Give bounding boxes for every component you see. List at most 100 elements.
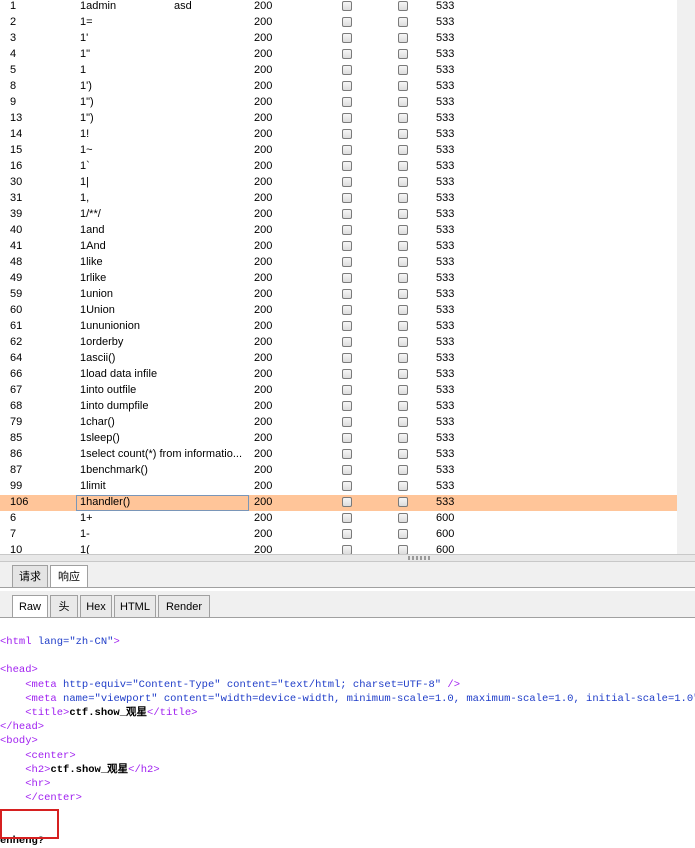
error-checkbox[interactable] xyxy=(342,465,352,475)
table-row[interactable]: 64 1ascii() 200 533 xyxy=(0,351,677,367)
timeout-checkbox[interactable] xyxy=(398,209,408,219)
table-row[interactable]: 86 1select count(*) from informatio... 200… xyxy=(0,447,677,463)
table-row[interactable]: 5 1 200 533 xyxy=(0,63,677,79)
error-checkbox[interactable] xyxy=(342,337,352,347)
error-checkbox[interactable] xyxy=(342,289,352,299)
error-checkbox[interactable] xyxy=(342,401,352,411)
table-row[interactable]: 31 1, 200 533 xyxy=(0,191,677,207)
table-row[interactable]: 10 1(200 600 xyxy=(0,543,677,554)
timeout-checkbox[interactable] xyxy=(398,257,408,267)
error-checkbox[interactable] xyxy=(342,417,352,427)
error-checkbox[interactable] xyxy=(342,305,352,315)
error-checkbox[interactable] xyxy=(342,545,352,554)
table-row[interactable]: 59 1union 200 533 xyxy=(0,287,677,303)
error-checkbox[interactable] xyxy=(342,193,352,203)
table-row[interactable]: 14 1! 200 533 xyxy=(0,127,677,143)
error-checkbox[interactable] xyxy=(342,225,352,235)
timeout-checkbox[interactable] xyxy=(398,193,408,203)
error-checkbox[interactable] xyxy=(342,433,352,443)
error-checkbox[interactable] xyxy=(342,513,352,523)
table-row[interactable]: 8 1') 200 533 xyxy=(0,79,677,95)
timeout-checkbox[interactable] xyxy=(398,401,408,411)
timeout-checkbox[interactable] xyxy=(398,321,408,331)
timeout-checkbox[interactable] xyxy=(398,369,408,379)
splitter-grip-icon[interactable] xyxy=(408,556,430,560)
tab-request[interactable]: 请求 xyxy=(12,565,48,587)
timeout-checkbox[interactable] xyxy=(398,241,408,251)
error-checkbox[interactable] xyxy=(342,145,352,155)
error-checkbox[interactable] xyxy=(342,385,352,395)
table-row[interactable]: 48 1like 200 533 xyxy=(0,255,677,271)
table-row[interactable]: 79 1char() 200 533 xyxy=(0,415,677,431)
tab-response[interactable]: 响应 xyxy=(50,565,88,587)
table-row[interactable]: 13 1") 200 533 xyxy=(0,111,677,127)
error-checkbox[interactable] xyxy=(342,369,352,379)
table-row[interactable]: 6 1+ 200 600 xyxy=(0,511,677,527)
error-checkbox[interactable] xyxy=(342,273,352,283)
timeout-checkbox[interactable] xyxy=(398,161,408,171)
subtab-html[interactable]: HTML xyxy=(114,595,156,617)
timeout-checkbox[interactable] xyxy=(398,113,408,123)
error-checkbox[interactable] xyxy=(342,161,352,171)
error-checkbox[interactable] xyxy=(342,209,352,219)
error-checkbox[interactable] xyxy=(342,481,352,491)
timeout-checkbox[interactable] xyxy=(398,513,408,523)
table-row[interactable]: 61 1ununionion 200 533 xyxy=(0,319,677,335)
table-row[interactable]: 39 1/**/ 200 533 xyxy=(0,207,677,223)
table-row[interactable]: 68 1into dumpfile 200 533 xyxy=(0,399,677,415)
table-row[interactable]: 7 1- 200 600 xyxy=(0,527,677,543)
timeout-checkbox[interactable] xyxy=(398,305,408,315)
timeout-checkbox[interactable] xyxy=(398,33,408,43)
results-scrollbar[interactable] xyxy=(677,0,695,554)
timeout-checkbox[interactable] xyxy=(398,65,408,75)
timeout-checkbox[interactable] xyxy=(398,497,408,507)
table-row[interactable]: 3 1' 200 533 xyxy=(0,31,677,47)
error-checkbox[interactable] xyxy=(342,81,352,91)
timeout-checkbox[interactable] xyxy=(398,81,408,91)
table-row[interactable]: 16 1` 200 533 xyxy=(0,159,677,175)
error-checkbox[interactable] xyxy=(342,1,352,11)
timeout-checkbox[interactable] xyxy=(398,17,408,27)
subtab-raw[interactable]: Raw xyxy=(12,595,48,617)
error-checkbox[interactable] xyxy=(342,257,352,267)
error-checkbox[interactable] xyxy=(342,33,352,43)
timeout-checkbox[interactable] xyxy=(398,433,408,443)
timeout-checkbox[interactable] xyxy=(398,353,408,363)
timeout-checkbox[interactable] xyxy=(398,481,408,491)
timeout-checkbox[interactable] xyxy=(398,273,408,283)
table-row[interactable]: 60 1Union 200 533 xyxy=(0,303,677,319)
error-checkbox[interactable] xyxy=(342,497,352,507)
error-checkbox[interactable] xyxy=(342,353,352,363)
table-row[interactable]: 85 1sleep() 200 533 xyxy=(0,431,677,447)
table-row[interactable]: 1 1admin asd 200 533 xyxy=(0,0,677,15)
error-checkbox[interactable] xyxy=(342,449,352,459)
error-checkbox[interactable] xyxy=(342,49,352,59)
timeout-checkbox[interactable] xyxy=(398,145,408,155)
timeout-checkbox[interactable] xyxy=(398,337,408,347)
table-row[interactable]: 62 1orderby 200 533 xyxy=(0,335,677,351)
error-checkbox[interactable] xyxy=(342,529,352,539)
table-row[interactable]: 66 1load data infile 200 533 xyxy=(0,367,677,383)
table-row[interactable]: 40 1and 200 533 xyxy=(0,223,677,239)
timeout-checkbox[interactable] xyxy=(398,177,408,187)
timeout-checkbox[interactable] xyxy=(398,1,408,11)
table-row[interactable]: 99 1limit 200 533 xyxy=(0,479,677,495)
error-checkbox[interactable] xyxy=(342,97,352,107)
timeout-checkbox[interactable] xyxy=(398,97,408,107)
error-checkbox[interactable] xyxy=(342,321,352,331)
subtab-render[interactable]: Render xyxy=(158,595,210,617)
timeout-checkbox[interactable] xyxy=(398,529,408,539)
timeout-checkbox[interactable] xyxy=(398,417,408,427)
table-row[interactable]: 67 1into outfile 200 533 xyxy=(0,383,677,399)
table-row[interactable]: 87 1benchmark() 200 533 xyxy=(0,463,677,479)
error-checkbox[interactable] xyxy=(342,241,352,251)
subtab-hex[interactable]: Hex xyxy=(80,595,112,617)
error-checkbox[interactable] xyxy=(342,113,352,123)
table-row[interactable]: 49 1rlike 200 533 xyxy=(0,271,677,287)
table-row[interactable]: 15 1~ 200 533 xyxy=(0,143,677,159)
table-row[interactable]: 41 1And 200 533 xyxy=(0,239,677,255)
table-row[interactable]: 106 1handler() 200 533 xyxy=(0,495,677,511)
timeout-checkbox[interactable] xyxy=(398,225,408,235)
error-checkbox[interactable] xyxy=(342,129,352,139)
timeout-checkbox[interactable] xyxy=(398,129,408,139)
